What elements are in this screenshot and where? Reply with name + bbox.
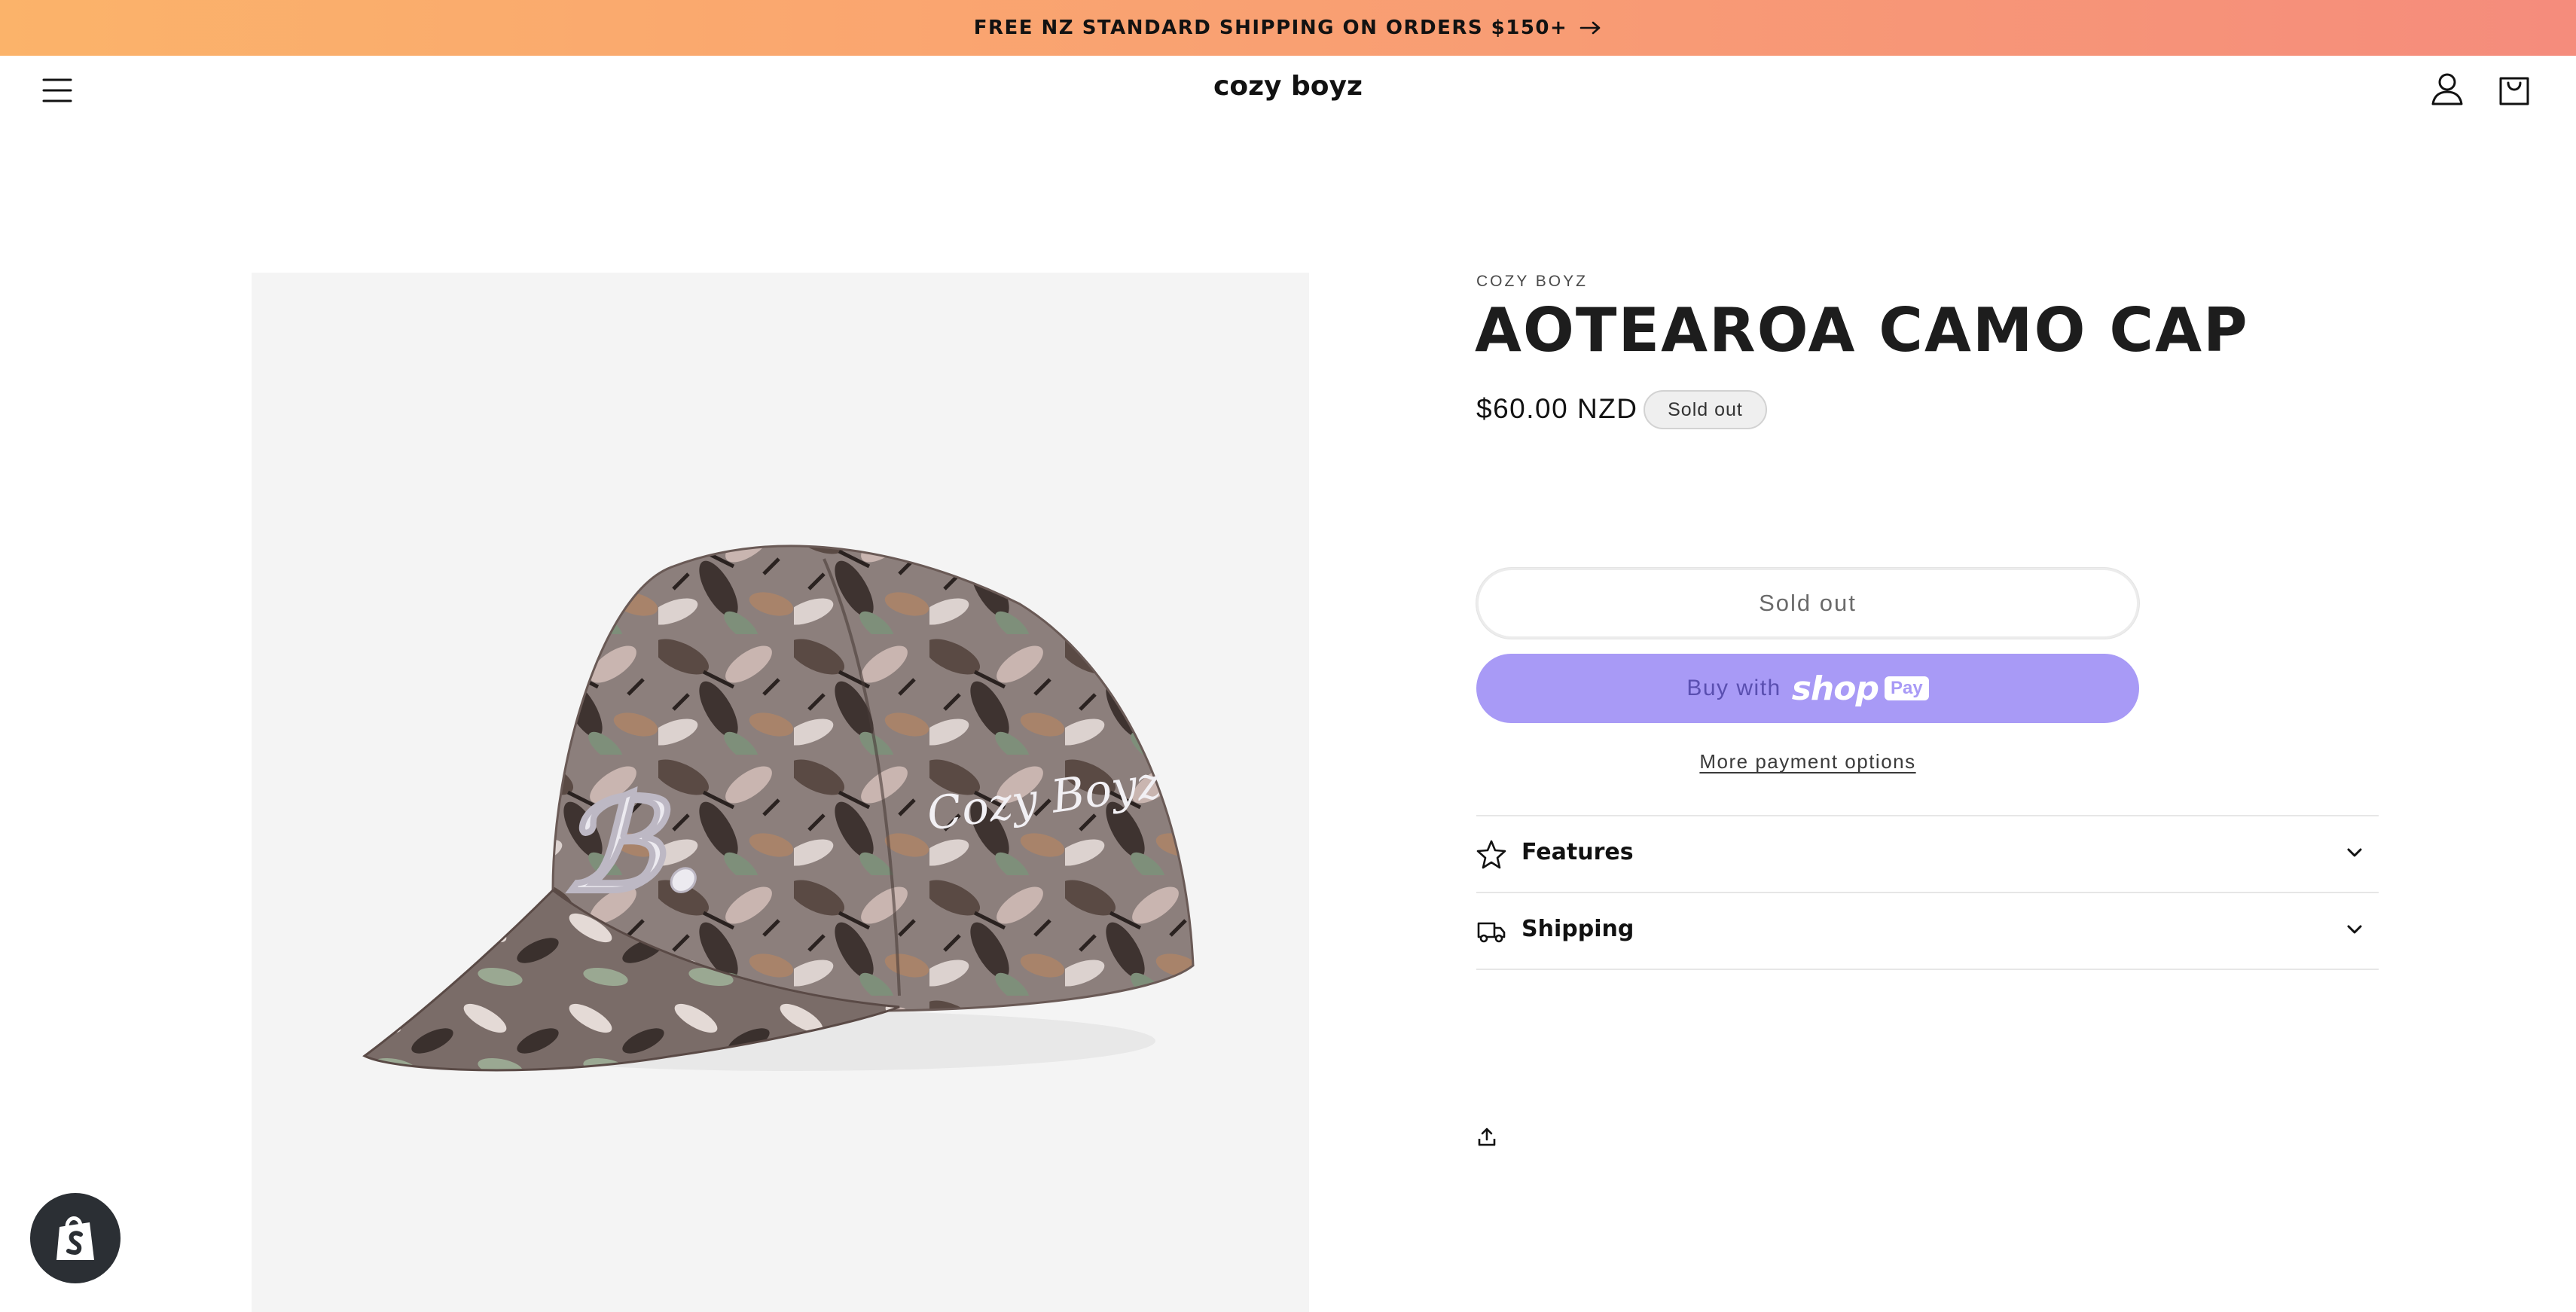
announcement-text[interactable]: FREE NZ STANDARD SHIPPING ON ORDERS $150… xyxy=(974,17,1568,39)
product-title: AOTEAROA CAMO CAP xyxy=(1475,295,2249,365)
announcement-bar[interactable]: FREE NZ STANDARD SHIPPING ON ORDERS $150… xyxy=(0,0,2576,56)
site-logo[interactable]: cozy boyz xyxy=(1175,71,1401,102)
accordion-shipping[interactable]: Shipping xyxy=(1476,893,2379,969)
cart-icon[interactable] xyxy=(2495,69,2534,110)
buy-with-shop-pay-button[interactable]: Buy with shop Pay xyxy=(1476,654,2139,723)
chevron-down-icon xyxy=(2347,925,2362,934)
more-payment-options: More payment options xyxy=(1476,750,2139,773)
camo-cap-image: ℬ. Cozy Boyz xyxy=(362,545,1195,1072)
star-icon xyxy=(1476,840,1506,869)
pay-pill: Pay xyxy=(1884,676,1929,700)
divider xyxy=(1476,969,2379,970)
shopify-bag-icon xyxy=(56,1216,94,1260)
account-icon[interactable] xyxy=(2428,69,2466,110)
accordion-shipping-label: Shipping xyxy=(1521,916,1634,942)
hamburger-menu-icon[interactable] xyxy=(41,74,74,107)
accordion-features[interactable]: Features xyxy=(1476,816,2379,892)
sold-out-button[interactable]: Sold out xyxy=(1476,568,2139,639)
more-payment-options-link[interactable]: More payment options xyxy=(1699,750,1915,773)
accordion-features-label: Features xyxy=(1521,839,1634,865)
cap-monogram: ℬ. xyxy=(560,770,706,921)
share-icon[interactable] xyxy=(1476,1127,1497,1148)
buy-with-label: Buy with xyxy=(1686,676,1781,700)
chevron-down-icon xyxy=(2347,848,2362,857)
shopify-chat-button[interactable] xyxy=(30,1193,121,1283)
site-header: cozy boyz xyxy=(0,56,2576,124)
product-vendor: COZY BOYZ xyxy=(1476,273,1588,290)
shop-pay-logo: shop xyxy=(1791,669,1879,708)
product-image[interactable]: ℬ. Cozy Boyz xyxy=(252,273,1309,1312)
arrow-right-icon xyxy=(1580,21,1601,35)
sold-out-badge: Sold out xyxy=(1644,390,1767,429)
truck-icon xyxy=(1477,922,1506,943)
product-price: $60.00 NZD xyxy=(1476,393,1638,424)
